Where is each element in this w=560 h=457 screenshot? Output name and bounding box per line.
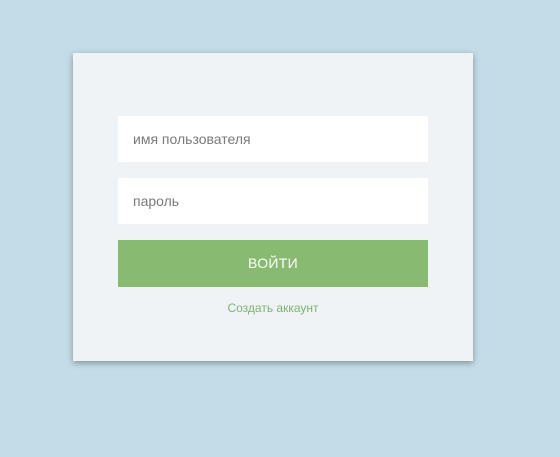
password-input[interactable] [118, 178, 428, 224]
username-input[interactable] [118, 116, 428, 162]
login-card: ВОЙТИ Создать аккаунт [73, 53, 473, 361]
create-account-link[interactable]: Создать аккаунт [118, 301, 428, 315]
login-button[interactable]: ВОЙТИ [118, 240, 428, 287]
